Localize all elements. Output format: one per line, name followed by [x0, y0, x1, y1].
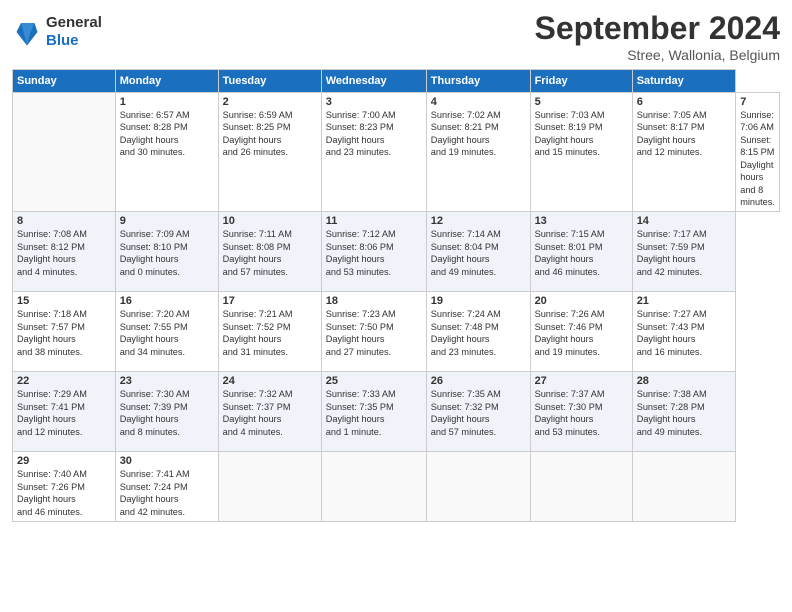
calendar-cell: 3Sunrise: 7:00 AMSunset: 8:23 PMDaylight…: [321, 93, 426, 212]
col-tuesday: Tuesday: [218, 70, 321, 93]
logo-text-general: General: [46, 14, 102, 32]
logo: General Blue: [12, 14, 102, 50]
calendar-cell: [218, 452, 321, 522]
calendar-cell: 18Sunrise: 7:23 AMSunset: 7:50 PMDayligh…: [321, 292, 426, 372]
calendar-cell: 8Sunrise: 7:08 AMSunset: 8:12 PMDaylight…: [13, 212, 116, 292]
calendar-cell: 10Sunrise: 7:11 AMSunset: 8:08 PMDayligh…: [218, 212, 321, 292]
calendar-cell: 1Sunrise: 6:57 AMSunset: 8:28 PMDaylight…: [115, 93, 218, 212]
calendar-cell: [632, 452, 736, 522]
calendar-cell: 27Sunrise: 7:37 AMSunset: 7:30 PMDayligh…: [530, 372, 632, 452]
calendar-cell: 14Sunrise: 7:17 AMSunset: 7:59 PMDayligh…: [632, 212, 736, 292]
calendar-cell: 16Sunrise: 7:20 AMSunset: 7:55 PMDayligh…: [115, 292, 218, 372]
calendar-cell: [530, 452, 632, 522]
calendar-cell: 9Sunrise: 7:09 AMSunset: 8:10 PMDaylight…: [115, 212, 218, 292]
header-row: Sunday Monday Tuesday Wednesday Thursday…: [13, 70, 780, 93]
calendar-cell: [426, 452, 530, 522]
calendar-cell: 21Sunrise: 7:27 AMSunset: 7:43 PMDayligh…: [632, 292, 736, 372]
logo-text-blue: Blue: [46, 32, 102, 50]
calendar-cell: 30Sunrise: 7:41 AMSunset: 7:24 PMDayligh…: [115, 452, 218, 522]
calendar-cell: 11Sunrise: 7:12 AMSunset: 8:06 PMDayligh…: [321, 212, 426, 292]
calendar-cell: 24Sunrise: 7:32 AMSunset: 7:37 PMDayligh…: [218, 372, 321, 452]
calendar-cell: 19Sunrise: 7:24 AMSunset: 7:48 PMDayligh…: [426, 292, 530, 372]
calendar-cell: 5Sunrise: 7:03 AMSunset: 8:19 PMDaylight…: [530, 93, 632, 212]
calendar-cell: 4Sunrise: 7:02 AMSunset: 8:21 PMDaylight…: [426, 93, 530, 212]
calendar-cell: 23Sunrise: 7:30 AMSunset: 7:39 PMDayligh…: [115, 372, 218, 452]
col-wednesday: Wednesday: [321, 70, 426, 93]
calendar-cell: 25Sunrise: 7:33 AMSunset: 7:35 PMDayligh…: [321, 372, 426, 452]
calendar-cell: 26Sunrise: 7:35 AMSunset: 7:32 PMDayligh…: [426, 372, 530, 452]
title-block: September 2024 Stree, Wallonia, Belgium: [535, 10, 780, 63]
calendar-cell: 7Sunrise: 7:06 AMSunset: 8:15 PMDaylight…: [736, 93, 780, 212]
col-friday: Friday: [530, 70, 632, 93]
calendar-cell: 17Sunrise: 7:21 AMSunset: 7:52 PMDayligh…: [218, 292, 321, 372]
calendar-cell: 6Sunrise: 7:05 AMSunset: 8:17 PMDaylight…: [632, 93, 736, 212]
calendar-cell: [13, 93, 116, 212]
calendar-cell: 15Sunrise: 7:18 AMSunset: 7:57 PMDayligh…: [13, 292, 116, 372]
logo-icon: [12, 17, 42, 47]
col-monday: Monday: [115, 70, 218, 93]
col-sunday: Sunday: [13, 70, 116, 93]
header: General Blue September 2024 Stree, Wallo…: [12, 10, 780, 63]
calendar-cell: 13Sunrise: 7:15 AMSunset: 8:01 PMDayligh…: [530, 212, 632, 292]
calendar-table: Sunday Monday Tuesday Wednesday Thursday…: [12, 69, 780, 522]
calendar-cell: 29Sunrise: 7:40 AMSunset: 7:26 PMDayligh…: [13, 452, 116, 522]
calendar-cell: [321, 452, 426, 522]
col-saturday: Saturday: [632, 70, 736, 93]
calendar-cell: 22Sunrise: 7:29 AMSunset: 7:41 PMDayligh…: [13, 372, 116, 452]
calendar-cell: 2Sunrise: 6:59 AMSunset: 8:25 PMDaylight…: [218, 93, 321, 212]
location-subtitle: Stree, Wallonia, Belgium: [535, 47, 780, 63]
calendar-cell: 20Sunrise: 7:26 AMSunset: 7:46 PMDayligh…: [530, 292, 632, 372]
month-year-title: September 2024: [535, 10, 780, 47]
page-container: General Blue September 2024 Stree, Wallo…: [0, 0, 792, 532]
calendar-cell: 28Sunrise: 7:38 AMSunset: 7:28 PMDayligh…: [632, 372, 736, 452]
col-thursday: Thursday: [426, 70, 530, 93]
calendar-cell: 12Sunrise: 7:14 AMSunset: 8:04 PMDayligh…: [426, 212, 530, 292]
